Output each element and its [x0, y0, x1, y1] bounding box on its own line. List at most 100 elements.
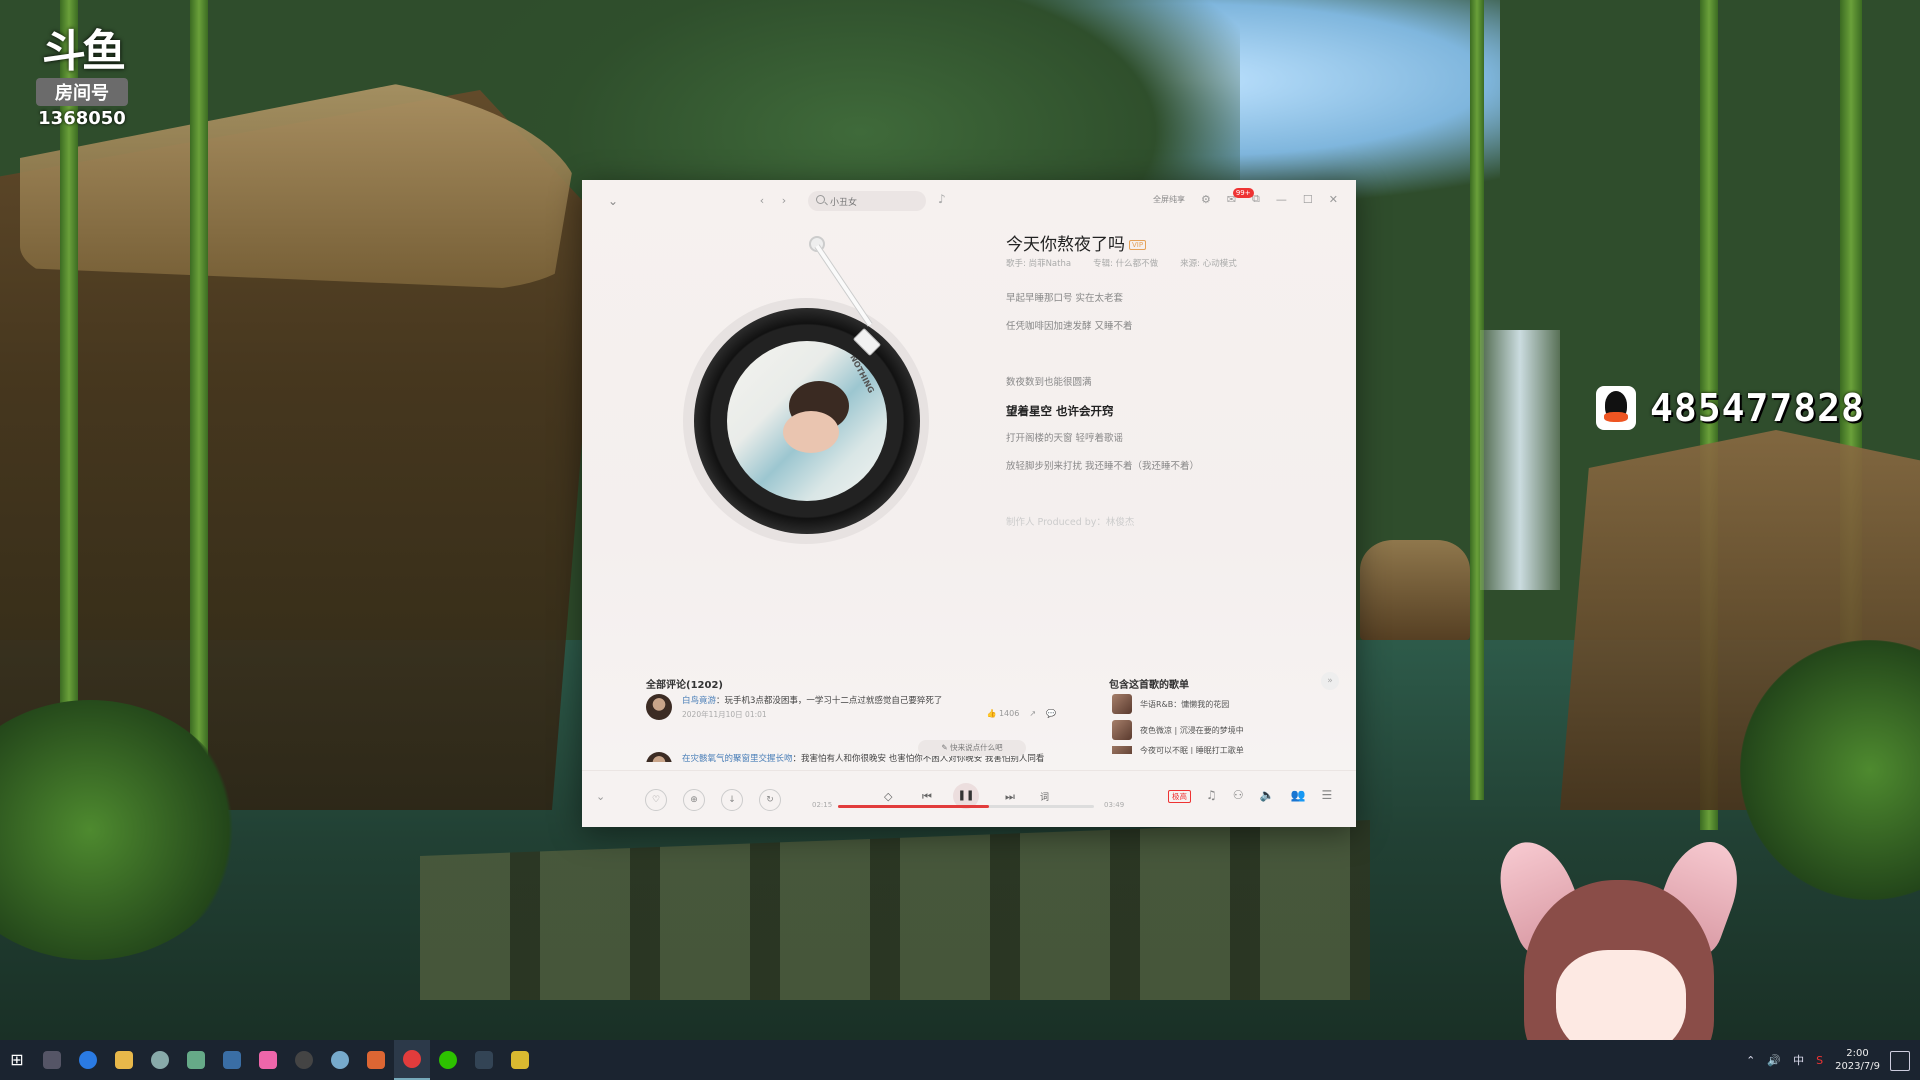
lyrics-panel[interactable]: 早起早睡那口号 实在太老套 任凭咖啡因加速发酵 又睡不着 数夜数到也能很圆满 望着星空…	[1006, 292, 1316, 544]
playlists-title: 包含这首歌的歌单	[1109, 680, 1189, 691]
messages-icon[interactable]: ✉ 99+	[1227, 187, 1254, 206]
playlist-thumbnail	[1112, 746, 1132, 754]
play-mode-icon[interactable]: ◇	[884, 790, 892, 803]
comment-avatar[interactable]	[646, 694, 672, 720]
playlist-name: 今夜可以不眠 | 睡眠打工歌单	[1140, 746, 1244, 754]
volume-tray-icon[interactable]: 🔊	[1767, 1054, 1781, 1067]
voice-search-icon[interactable]: ♪	[938, 192, 946, 206]
windows-start-icon[interactable]: ⊞	[0, 1040, 34, 1080]
app-icon[interactable]	[358, 1040, 394, 1080]
app-icon[interactable]	[250, 1040, 286, 1080]
tray-expand-icon[interactable]: ⌃	[1746, 1054, 1755, 1067]
steam-icon[interactable]	[214, 1040, 250, 1080]
progress-slider[interactable]	[838, 805, 1094, 808]
comment-like-button[interactable]: 👍 1406	[986, 709, 1019, 718]
comments-section: 全部评论(1202) 白鸟竟游：玩手机3点都没困事，一学习十二点过就感觉自己要猝…	[646, 676, 1056, 762]
task-view-icon[interactable]	[34, 1040, 70, 1080]
system-clock[interactable]: 2:00 2023/7/9	[1835, 1047, 1880, 1073]
playlist-name: 夜色微凉 | 沉浸在要的梦境中	[1140, 725, 1244, 735]
minimize-icon[interactable]: —	[1276, 193, 1287, 206]
comment-user[interactable]: 在灾骸氧气的聚窗里交握长吻	[682, 754, 793, 762]
lyric-line[interactable]: 放轻脚步别来打扰 我还睡不着（我还睡不着）	[1006, 460, 1316, 488]
like-heart-icon[interactable]: ♡	[645, 789, 667, 811]
lyrics-toggle-button[interactable]: 词	[1040, 790, 1049, 803]
app-icon[interactable]	[142, 1040, 178, 1080]
playbar-tools: ♫ ⚇ 🔈 👥 ☰	[1206, 788, 1332, 802]
comment-reply-icon[interactable]: 💬	[1046, 709, 1056, 718]
playlist-item[interactable]: 华语R&B：慵懒我的花园	[1112, 694, 1229, 714]
song-source[interactable]: 来源: 心动模式	[1180, 257, 1237, 269]
next-track-icon[interactable]: ⏭	[1005, 790, 1015, 804]
security-tray-icon[interactable]: S	[1816, 1054, 1823, 1067]
comment-like-count: 1406	[998, 709, 1020, 718]
search-icon	[816, 195, 825, 204]
album-cover[interactable]: DO NOTHING	[727, 341, 887, 501]
lyric-line-current[interactable]: 望着星空 也许会开窍	[1006, 404, 1316, 432]
browser-app-icon[interactable]	[70, 1040, 106, 1080]
volume-icon[interactable]: 🔈	[1260, 788, 1275, 802]
lyric-line[interactable]: 数夜数到也能很圆满	[1006, 376, 1316, 404]
search-box[interactable]: 小丑女	[808, 191, 926, 211]
clock-date: 2023/7/9	[1835, 1061, 1880, 1072]
back-arrow-icon[interactable]: ‹	[754, 193, 770, 209]
settings-icon[interactable]: ⚙	[1201, 193, 1211, 206]
download-icon[interactable]: ↓	[721, 789, 743, 811]
comment-text: ：玩手机3点都没困事，一学习十二点过就感觉自己要猝死了	[716, 696, 943, 706]
app-icon[interactable]	[286, 1040, 322, 1080]
playlists-next-icon[interactable]: »	[1321, 672, 1339, 690]
lyric-line[interactable]: 早起早睡那口号 实在太老套	[1006, 292, 1316, 320]
netease-music-app-icon[interactable]	[394, 1040, 430, 1080]
cover-artwork-face	[783, 411, 839, 453]
sound-effect-icon[interactable]: ♫	[1206, 788, 1217, 802]
qq-number: 485477828	[1650, 386, 1865, 430]
quality-button[interactable]: 极高	[1168, 790, 1191, 803]
wechat-icon[interactable]	[430, 1040, 466, 1080]
friends-icon[interactable]: 👥	[1290, 788, 1305, 802]
collect-icon[interactable]: ⊕	[683, 789, 705, 811]
app-icon[interactable]	[322, 1040, 358, 1080]
comments-title[interactable]: 全部评论(1202)	[646, 676, 1056, 691]
clock-time: 2:00	[1846, 1048, 1869, 1059]
write-comment-button[interactable]: ✎ 快来说点什么吧	[918, 740, 1026, 756]
playback-bar: ⌄ ♡ ⊕ ↓ ↻ ◇ ⏮ ❚❚ ⏭ 词 02:15 03:49 极高 ♫ ⚇ …	[582, 770, 1356, 827]
system-tray: ⌃ 🔊 中 S 2:00 2023/7/9	[1746, 1040, 1880, 1080]
windows-taskbar: ⊞ ⌃ 🔊 中 S 2:00 2023/7/9	[0, 1040, 1920, 1080]
lyric-line[interactable]: 任凭咖啡因加速发酵 又睡不着	[1006, 320, 1316, 348]
fullscreen-mode-button[interactable]: 全屏纯享	[1153, 194, 1185, 205]
previous-track-icon[interactable]: ⏮	[922, 790, 932, 804]
search-input[interactable]: 小丑女	[830, 195, 857, 208]
background-waterfall	[1480, 330, 1560, 590]
collapse-player-icon[interactable]: ⌄	[608, 194, 618, 208]
comment-user[interactable]: 白鸟竟游	[682, 696, 716, 706]
song-singer[interactable]: 歌手: 尚菲Natha	[1006, 257, 1071, 269]
playlist-item[interactable]: 今夜可以不眠 | 睡眠打工歌单	[1112, 746, 1244, 754]
app-icon[interactable]	[502, 1040, 538, 1080]
notification-center-icon[interactable]	[1890, 1051, 1910, 1071]
vip-tag: VIP	[1129, 240, 1147, 250]
forward-arrow-icon[interactable]: ›	[776, 193, 792, 209]
douyu-room-badge: 斗鱼 房间号 1368050	[30, 30, 134, 129]
listen-together-icon[interactable]: ⚇	[1233, 788, 1244, 802]
douyu-room-number: 1368050	[38, 108, 126, 129]
playlist-queue-icon[interactable]: ☰	[1321, 788, 1332, 802]
qq-contact-overlay: 485477828	[1596, 386, 1865, 430]
total-time: 03:49	[1104, 801, 1125, 809]
maximize-icon[interactable]: ☐	[1303, 193, 1313, 206]
comment-avatar[interactable]	[646, 752, 672, 762]
playlist-item[interactable]: 夜色微凉 | 沉浸在要的梦境中	[1112, 720, 1244, 740]
collapse-down-icon[interactable]: ⌄	[596, 790, 605, 803]
file-explorer-icon[interactable]	[106, 1040, 142, 1080]
lyric-line[interactable]: 制作人 Produced by：林俊杰	[1006, 516, 1316, 544]
app-icon[interactable]	[466, 1040, 502, 1080]
window-controls: 全屏纯享 ⚙ ✉ 99+ ⧉ — ☐ ✕	[1153, 187, 1338, 206]
lyric-line[interactable]	[1006, 488, 1316, 516]
app-icon[interactable]	[178, 1040, 214, 1080]
close-icon[interactable]: ✕	[1329, 193, 1338, 206]
music-player-window: ⌄ ‹ › 小丑女 ♪ 全屏纯享 ⚙ ✉ 99+ ⧉ — ☐ ✕ DO NOTHI…	[582, 180, 1356, 827]
song-album[interactable]: 专辑: 什么都不做	[1093, 257, 1158, 269]
ime-indicator[interactable]: 中	[1793, 1052, 1804, 1068]
comment-share-icon[interactable]: ↗	[1029, 709, 1036, 718]
lyric-line[interactable]: 打开阁楼的天窗 轻哼着歌谣	[1006, 432, 1316, 460]
lyric-line[interactable]	[1006, 348, 1316, 376]
share-icon[interactable]: ↻	[759, 789, 781, 811]
